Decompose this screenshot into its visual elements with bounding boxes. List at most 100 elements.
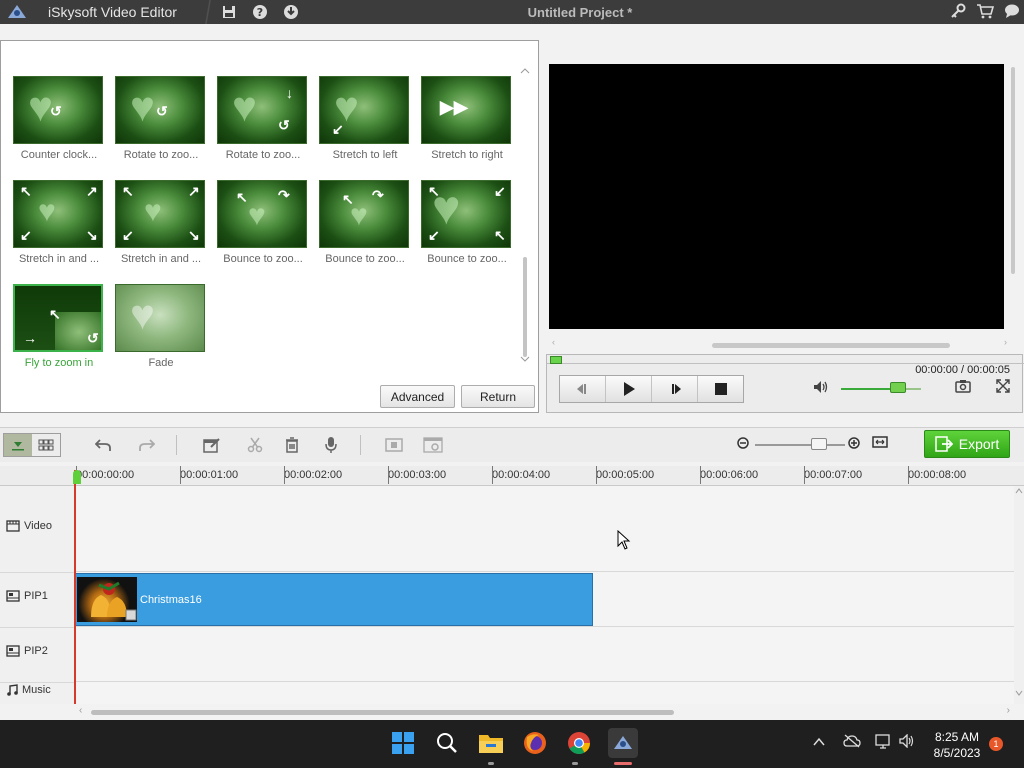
transition-item[interactable]: ♥ ↓ ↺ Rotate to zoo...: [217, 76, 309, 176]
music-track[interactable]: [74, 682, 1014, 704]
transition-item[interactable]: ♥ ↺ Rotate to zoo...: [115, 76, 207, 176]
cloud-offline-icon[interactable]: [843, 734, 861, 751]
chevron-left-icon[interactable]: ‹: [552, 337, 555, 347]
transition-label: Stretch to right: [431, 149, 503, 161]
snapshot-camera-icon[interactable]: [955, 379, 971, 396]
timeline-clip[interactable]: Christmas16: [75, 573, 593, 626]
network-icon[interactable]: [875, 734, 893, 753]
windows-taskbar: 8:25 AM 8/5/2023 1: [0, 720, 1024, 768]
delete-icon[interactable]: [281, 434, 303, 456]
chat-icon[interactable]: [1004, 3, 1020, 22]
time-readout: 00:00:00 / 00:00:05: [915, 364, 1010, 376]
transition-label: Stretch in and ...: [18, 253, 100, 265]
pip2-track-label: PIP2: [24, 645, 48, 657]
transition-thumbnail: → ↖ ↺: [13, 284, 103, 352]
ruler-tick: 00:00:00:00: [76, 466, 135, 484]
preview-screen: [549, 64, 1004, 329]
file-explorer-icon[interactable]: [476, 728, 506, 758]
chevron-left-icon[interactable]: ‹: [79, 705, 82, 716]
film-icon: [6, 520, 20, 532]
settings-icon[interactable]: [422, 434, 444, 456]
transition-thumbnail: ♥ ↺: [13, 76, 103, 144]
transition-label: Bounce to zoo...: [427, 253, 507, 265]
zoom-handle[interactable]: [811, 438, 827, 450]
playback-controls: 00:00:00 / 00:00:05: [546, 354, 1024, 413]
chrome-icon[interactable]: [564, 728, 594, 758]
zoom-in-icon[interactable]: [848, 436, 860, 452]
fullscreen-icon[interactable]: [996, 379, 1010, 396]
storyboard-view-icon[interactable]: [32, 434, 60, 456]
search-icon[interactable]: [432, 728, 462, 758]
timeline-view-toggle[interactable]: [3, 433, 61, 457]
transition-thumbnail: ♥ ↙: [319, 76, 409, 144]
speaker-icon[interactable]: [899, 733, 915, 751]
transition-item[interactable]: ♥ ↖ ↷ Bounce to zoo...: [319, 180, 411, 280]
transition-label: Bounce to zoo...: [325, 253, 405, 265]
transition-item[interactable]: ♥ ↺ Counter clock...: [13, 76, 105, 176]
timeline-view-icon[interactable]: [4, 434, 32, 456]
transition-item[interactable]: ♥ ↖ ↙ ↙ ↖ Bounce to zoo...: [421, 180, 513, 280]
save-icon[interactable]: [218, 0, 240, 24]
chevron-up-icon[interactable]: [813, 734, 825, 750]
system-clock[interactable]: 8:25 AM 8/5/2023: [928, 729, 986, 761]
zoom-slider[interactable]: [755, 444, 845, 446]
clip-thumbnail: [77, 577, 137, 622]
pip1-track-header: PIP1: [0, 590, 74, 602]
transition-item[interactable]: ♥ ↖ ↗ ↙ ↘ Stretch in and ...: [13, 180, 105, 280]
progress-handle[interactable]: [550, 356, 562, 364]
transition-thumbnail: ♥ ↖ ↷: [217, 180, 307, 248]
transition-thumbnail: ♥: [115, 284, 205, 352]
transition-label: Counter clock...: [20, 149, 98, 161]
iskysoft-taskbar-icon[interactable]: [608, 728, 638, 758]
playback-progress-bar[interactable]: [547, 356, 1024, 364]
ruler-tick: 00:00:08:00: [908, 466, 967, 484]
timeline-vertical-scrollbar[interactable]: [1014, 486, 1024, 704]
title-bar: iSkysoft Video Editor ? Untitled Project…: [0, 0, 1024, 24]
edit-icon[interactable]: [201, 434, 223, 456]
firefox-icon[interactable]: [520, 728, 550, 758]
crop-icon[interactable]: [383, 434, 405, 456]
cart-icon[interactable]: [976, 3, 995, 22]
undo-icon[interactable]: [92, 434, 114, 456]
transitions-scrollbar[interactable]: [520, 67, 532, 363]
export-button[interactable]: Export: [924, 430, 1010, 458]
transition-thumbnail: ♥ ↓ ↺: [217, 76, 307, 144]
help-icon[interactable]: ?: [249, 0, 271, 24]
volume-handle[interactable]: [890, 382, 906, 393]
transition-item[interactable]: ♥ ↙ Stretch to left: [319, 76, 411, 176]
windows-start-icon[interactable]: [388, 728, 418, 758]
pip2-track[interactable]: [74, 627, 1014, 682]
fit-timeline-icon[interactable]: [872, 435, 888, 451]
preview-horizontal-scrollbar[interactable]: ‹ ›: [552, 337, 1007, 350]
volume-slider[interactable]: [841, 388, 921, 390]
transition-item[interactable]: ♥ Fade: [115, 284, 207, 384]
transition-item[interactable]: ▶▶ Stretch to right: [421, 76, 513, 176]
transition-item[interactable]: ♥ ↖ ↗ ↙ ↘ Stretch in and ...: [115, 180, 207, 280]
return-button[interactable]: Return: [461, 385, 535, 408]
zoom-out-icon[interactable]: [737, 436, 749, 452]
step-back-button[interactable]: [560, 376, 606, 402]
transition-item[interactable]: ♥ ↖ ↷ Bounce to zoo...: [217, 180, 309, 280]
advanced-button[interactable]: Advanced: [380, 385, 455, 408]
volume-icon[interactable]: [813, 380, 829, 397]
video-track[interactable]: [74, 486, 1014, 572]
chevron-right-icon[interactable]: ›: [1007, 705, 1010, 716]
chevron-right-icon[interactable]: ›: [1004, 337, 1007, 347]
transition-thumbnail: ♥ ↺: [115, 76, 205, 144]
cut-icon[interactable]: [244, 434, 266, 456]
download-icon[interactable]: [280, 0, 302, 24]
preview-vertical-scrollbar[interactable]: [1008, 62, 1018, 332]
timeline-horizontal-scrollbar[interactable]: ‹ ›: [77, 705, 1012, 718]
playhead[interactable]: [74, 470, 76, 704]
microphone-icon[interactable]: [320, 434, 342, 456]
transition-thumbnail: ♥ ↖ ↗ ↙ ↘: [13, 180, 103, 248]
timeline-ruler[interactable]: 00:00:00:00 00:00:01:00 00:00:02:00 00:0…: [0, 466, 1024, 486]
key-icon[interactable]: [950, 3, 966, 22]
redo-icon[interactable]: [136, 434, 158, 456]
step-forward-button[interactable]: [652, 376, 698, 402]
stop-button[interactable]: [698, 376, 743, 402]
play-button[interactable]: [606, 376, 652, 402]
notification-badge[interactable]: 1: [989, 737, 1003, 751]
transition-item-selected[interactable]: → ↖ ↺ Fly to zoom in: [13, 284, 105, 384]
playhead-handle[interactable]: [73, 470, 81, 484]
